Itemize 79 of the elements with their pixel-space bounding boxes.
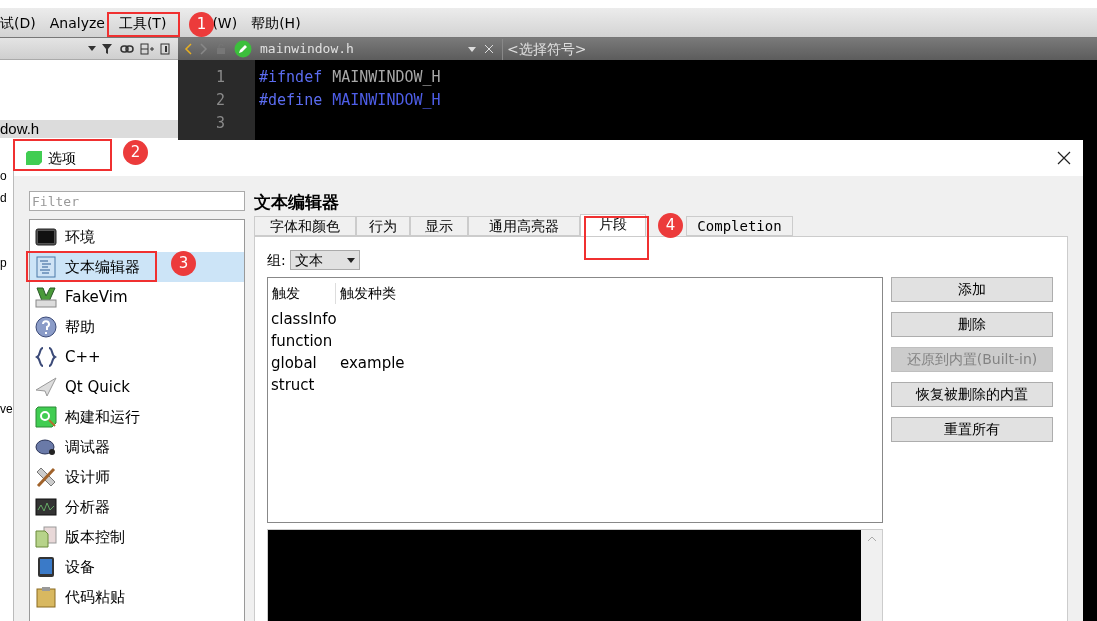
- code-token: #define: [259, 90, 323, 111]
- category-item[interactable]: 帮助: [30, 312, 244, 342]
- line-number: 3: [215, 113, 225, 134]
- table-row[interactable]: classInfo: [268, 308, 882, 330]
- tablet-icon: [35, 556, 57, 578]
- group-combobox[interactable]: 文本: [289, 250, 360, 270]
- action-button[interactable]: 恢复被删除的内置: [891, 382, 1053, 407]
- close-icon[interactable]: [1057, 151, 1071, 165]
- help-icon: [35, 316, 57, 338]
- category-item[interactable]: 构建和运行: [30, 402, 244, 432]
- dialog-title: 选项: [48, 148, 76, 168]
- page-title: 文本编辑器: [254, 191, 339, 214]
- category-item[interactable]: 版本控制: [30, 522, 244, 552]
- line-number: 2: [215, 90, 225, 111]
- monitor-icon: [35, 226, 57, 248]
- menu-item[interactable]: 试(D): [0, 13, 36, 32]
- menu-item[interactable]: 帮助(H): [251, 13, 301, 32]
- group-label: 组:: [267, 250, 286, 270]
- tree-item-text: ve: [0, 401, 13, 417]
- bug-icon: [35, 436, 57, 458]
- action-button[interactable]: 添加: [891, 277, 1053, 302]
- filter-icon[interactable]: [102, 42, 114, 55]
- category-item[interactable]: 设备: [30, 552, 244, 582]
- table-row[interactable]: global example: [268, 352, 882, 374]
- category-item[interactable]: C++: [30, 342, 244, 372]
- menu-item[interactable]: (W): [212, 13, 238, 32]
- symbol-selector[interactable]: <选择符号>: [502, 38, 587, 60]
- table-row[interactable]: function: [268, 330, 882, 352]
- column-header[interactable]: 触发: [268, 282, 336, 304]
- category-item[interactable]: 调试器: [30, 432, 244, 462]
- filter-field[interactable]: Filter: [29, 191, 245, 211]
- pencil-icon: [234, 40, 252, 58]
- link-icon[interactable]: [120, 43, 134, 54]
- category-item[interactable]: FakeVim: [30, 282, 244, 312]
- document-icon: [35, 256, 57, 278]
- column-header[interactable]: 触发种类: [336, 282, 396, 304]
- category-item[interactable]: 环境: [30, 222, 244, 252]
- table-cell-text: classInfo: [270, 308, 336, 330]
- file-name[interactable]: mainwindow.h: [260, 39, 460, 59]
- vim-icon: [35, 286, 57, 308]
- menu-item[interactable]: 工具(T): [118, 13, 167, 32]
- split-icon[interactable]: [140, 42, 154, 55]
- code-token: #ifndef: [259, 67, 323, 88]
- table-row[interactable]: struct: [268, 374, 882, 396]
- category-item[interactable]: 代码粘贴: [30, 582, 244, 612]
- braces-icon: [35, 346, 57, 368]
- scrollbar[interactable]: [861, 530, 882, 621]
- clipboard-icon: [35, 586, 57, 608]
- files-icon: [35, 526, 57, 548]
- tree-item-text: d: [0, 190, 7, 206]
- table-cell-text: global: [270, 352, 318, 374]
- ruler-brush-icon: [35, 466, 57, 488]
- line-number: 1: [215, 67, 225, 88]
- tab[interactable]: 行为: [356, 216, 410, 236]
- table-cell-text: example: [339, 352, 405, 374]
- caret-icon[interactable]: [88, 46, 96, 51]
- tab[interactable]: 字体和颜色: [254, 216, 356, 236]
- caret-icon: [346, 257, 355, 263]
- category-item[interactable]: 分析器: [30, 492, 244, 522]
- tree-row[interactable]: dow.h: [0, 120, 178, 138]
- highlight-frame: [584, 216, 649, 260]
- close-panel-icon[interactable]: [160, 42, 170, 55]
- category-item[interactable]: Qt Quick: [30, 372, 244, 402]
- table-cell-text: struct: [270, 374, 316, 396]
- oscilloscope-icon: [35, 496, 57, 518]
- category-item[interactable]: 设计师: [30, 462, 244, 492]
- tab[interactable]: 通用高亮器: [468, 216, 580, 236]
- paper-plane-icon: [35, 376, 57, 398]
- code-token: MAINWINDOW_H: [332, 67, 441, 88]
- tab[interactable]: Completion: [686, 216, 793, 236]
- tree-item-text: p: [0, 255, 7, 271]
- table-cell-text: function: [270, 330, 334, 352]
- caret-icon[interactable]: [468, 46, 476, 52]
- tree-item-text: o: [0, 168, 7, 184]
- code-token: MAINWINDOW_H: [332, 90, 441, 111]
- action-button[interactable]: 删除: [891, 312, 1053, 337]
- tab[interactable]: 显示: [410, 216, 468, 236]
- menu-item[interactable]: Analyze: [49, 13, 105, 32]
- action-button[interactable]: 重置所有: [891, 417, 1053, 442]
